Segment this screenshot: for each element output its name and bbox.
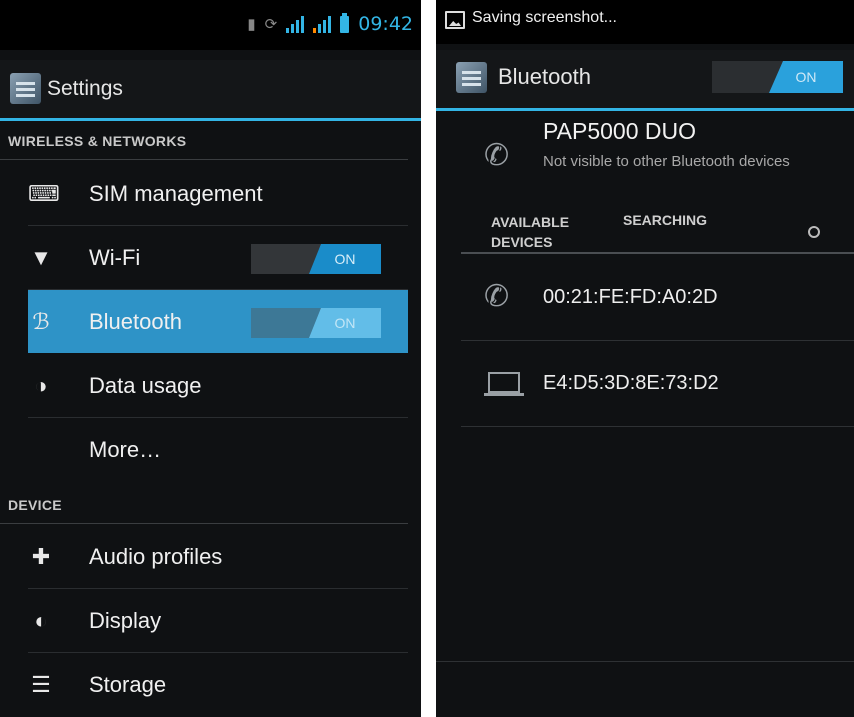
- action-bar: Bluetooth ON: [436, 50, 854, 111]
- phone-icon: ✆: [484, 139, 510, 172]
- audio-profiles-icon: ✚: [31, 543, 51, 569]
- bluetooth-toggle[interactable]: ON: [251, 308, 381, 338]
- item-label: SIM management: [89, 180, 263, 206]
- battery-icon: [340, 12, 350, 33]
- divider: [461, 340, 854, 341]
- storage-icon: ☰: [31, 671, 51, 697]
- divider: [461, 252, 854, 254]
- searching-label: SEARCHING: [623, 212, 708, 228]
- wifi-toggle[interactable]: ON: [251, 244, 381, 274]
- display-item[interactable]: ◐ Display: [28, 589, 408, 653]
- bluetooth-status-icon: ▮: [247, 16, 256, 33]
- item-label: Bluetooth: [89, 308, 182, 334]
- item-label: Data usage: [89, 372, 202, 398]
- page-title: Bluetooth: [498, 64, 591, 89]
- sync-icon: ⟳: [264, 16, 278, 33]
- storage-item[interactable]: ☰ Storage: [28, 653, 408, 716]
- item-label: More…: [89, 436, 162, 462]
- signal-2-icon: [313, 15, 332, 33]
- status-bar: ▮ ⟳ 09:42: [0, 0, 421, 50]
- phone-icon: ✆: [484, 280, 510, 313]
- status-bar: Saving screenshot...: [436, 0, 854, 44]
- item-label: Display: [89, 607, 162, 633]
- clock: 09:42: [358, 13, 413, 35]
- device-address: 00:21:FE:FD:A0:2D: [543, 286, 718, 308]
- page-title: Settings: [47, 77, 123, 100]
- settings-screen: ▮ ⟳ 09:42 Settings WIRELESS & NETWORKS ⌨…: [0, 0, 421, 717]
- section-header-device: DEVICE: [0, 488, 408, 524]
- settings-app-icon[interactable]: [456, 62, 487, 93]
- display-icon: ◐: [34, 607, 48, 633]
- bluetooth-screen: Saving screenshot... Bluetooth ON ✆ PAP5…: [436, 0, 854, 717]
- notification-text: Saving screenshot...: [472, 9, 617, 26]
- available-devices-header: AVAILABLE DEVICES: [491, 214, 570, 250]
- screenshot-icon: [445, 11, 465, 29]
- item-label: Storage: [89, 671, 167, 697]
- wifi-item[interactable]: ▼ Wi-Fi ON: [28, 226, 408, 290]
- bluetooth-icon: ℬ: [32, 308, 50, 334]
- laptop-icon: [484, 372, 524, 396]
- settings-app-icon[interactable]: [10, 73, 41, 104]
- wifi-icon: ▼: [30, 244, 52, 270]
- item-label: Wi-Fi: [89, 244, 141, 270]
- searching-spinner-icon: [808, 226, 820, 238]
- bottom-action-bar: [436, 661, 854, 717]
- bluetooth-item[interactable]: ℬ Bluetooth ON: [28, 290, 408, 353]
- device-address: E4:D5:3D:8E:73:D2: [543, 372, 719, 394]
- bluetooth-master-toggle[interactable]: ON: [712, 61, 843, 93]
- action-bar: Settings: [0, 60, 421, 121]
- sim-card-icon: ⌨: [28, 180, 60, 206]
- more-item[interactable]: More…: [28, 418, 408, 481]
- divider: [461, 426, 854, 427]
- sim-management-item[interactable]: ⌨ SIM management: [28, 162, 408, 226]
- signal-icon: [286, 15, 305, 33]
- item-label: Audio profiles: [89, 543, 223, 569]
- audio-profiles-item[interactable]: ✚ Audio profiles: [28, 525, 408, 589]
- visibility-status: Not visible to other Bluetooth devices: [543, 153, 790, 170]
- data-usage-item[interactable]: ◑ Data usage: [28, 354, 408, 418]
- toggle-on-label: ON: [309, 308, 381, 338]
- data-usage-icon: ◑: [34, 372, 48, 398]
- toggle-on-label: ON: [769, 61, 843, 93]
- section-header-wireless: WIRELESS & NETWORKS: [0, 124, 408, 160]
- this-device-name[interactable]: PAP5000 DUO: [543, 118, 696, 145]
- toggle-on-label: ON: [309, 244, 381, 274]
